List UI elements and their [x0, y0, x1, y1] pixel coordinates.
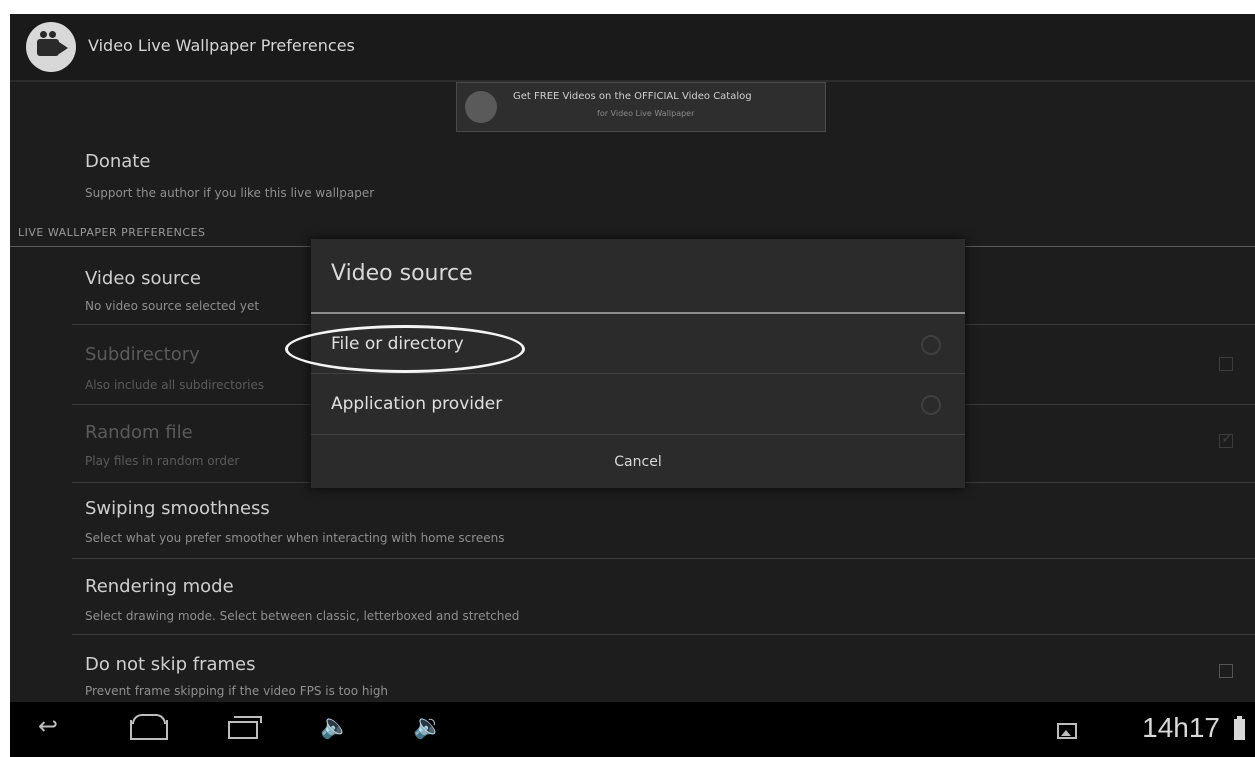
divider	[72, 634, 1255, 635]
dialog-title-divider	[311, 312, 965, 314]
volume-up-icon[interactable]: 🔉	[413, 712, 443, 740]
subdirectory-checkbox[interactable]	[1219, 357, 1233, 371]
dialog-title: Video source	[331, 261, 473, 286]
ad-headline: Get FREE Videos on the OFFICIAL Video Ca…	[513, 91, 752, 102]
pref-swiping-summary: Select what you prefer smoother when int…	[85, 531, 505, 545]
volume-down-icon[interactable]: 🔈	[320, 712, 350, 740]
recent-apps-icon[interactable]	[228, 716, 262, 739]
shuffle-checkbox[interactable]: ✓	[1219, 429, 1234, 448]
pref-rendering-title: Rendering mode	[85, 576, 234, 597]
radio-application-provider[interactable]	[921, 395, 941, 415]
ad-banner[interactable]: Get FREE Videos on the OFFICIAL Video Ca…	[456, 82, 826, 132]
highlight-ellipse	[285, 325, 525, 373]
pref-swiping-title: Swiping smoothness	[85, 498, 270, 519]
divider	[311, 373, 965, 374]
pref-subdirectory-title: Subdirectory	[85, 344, 200, 365]
clock[interactable]: 14h17	[1142, 712, 1220, 744]
cancel-button[interactable]: Cancel	[311, 434, 965, 488]
android-screen: Video Live Wallpaper Preferences Get FRE…	[10, 14, 1255, 757]
gallery-notification-icon[interactable]	[1057, 723, 1077, 739]
battery-icon	[1234, 716, 1245, 740]
pref-subdirectory-summary: Also include all subdirectories	[85, 378, 265, 392]
system-nav-bar: ↩ 🔈 🔉 14h17	[10, 702, 1255, 757]
pref-frames-summary: Prevent frame skipping if the video FPS …	[85, 684, 389, 698]
ad-logo-icon	[465, 91, 497, 123]
pref-donate-summary: Support the author if you like this live…	[85, 186, 375, 200]
divider	[72, 558, 1255, 559]
radio-file-or-directory[interactable]	[921, 335, 941, 355]
category-header: LIVE WALLPAPER PREFERENCES	[18, 226, 206, 239]
home-icon[interactable]	[130, 720, 168, 740]
frames-checkbox[interactable]	[1219, 664, 1233, 678]
check-icon: ✓	[1221, 429, 1234, 447]
pref-donate-title: Donate	[85, 151, 151, 172]
option-label: Application provider	[331, 394, 503, 414]
app-title: Video Live Wallpaper Preferences	[88, 36, 355, 55]
video-camera-icon[interactable]	[26, 22, 76, 72]
back-icon[interactable]: ↩	[38, 712, 58, 740]
ad-subline: for Video Live Wallpaper	[597, 109, 695, 118]
pref-shuffle-title: Random file	[85, 422, 193, 443]
video-source-dialog: Video source File or directory Applicati…	[285, 239, 965, 488]
action-bar: Video Live Wallpaper Preferences	[10, 14, 1255, 82]
pref-video-source-summary: No video source selected yet	[85, 299, 260, 313]
pref-shuffle-summary: Play files in random order	[85, 454, 240, 468]
pref-frames-title: Do not skip frames	[85, 654, 256, 675]
pref-video-source-title: Video source	[85, 268, 201, 289]
pref-rendering-summary: Select drawing mode. Select between clas…	[85, 609, 520, 623]
